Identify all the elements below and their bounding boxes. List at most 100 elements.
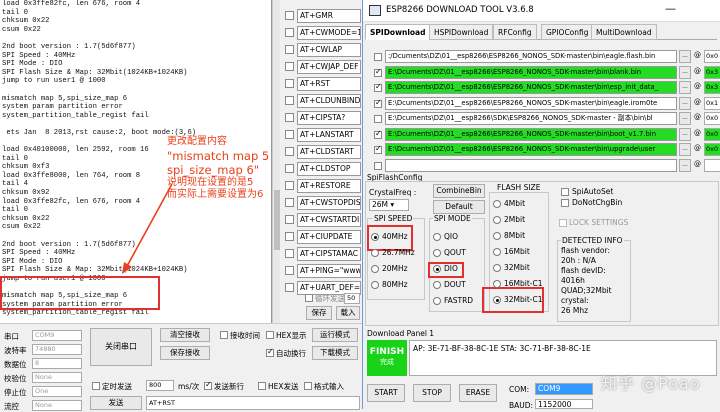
parity-select[interactable]: None (32, 372, 82, 383)
command-checkbox[interactable] (285, 164, 294, 173)
spi-mode-radio[interactable] (433, 233, 441, 241)
flash-size-radio[interactable] (493, 280, 501, 288)
timed-send-checkbox[interactable] (92, 382, 100, 390)
command-input[interactable]: AT+RESTORE (297, 179, 361, 193)
baud-select[interactable]: 74880 (32, 344, 82, 355)
command-input[interactable]: AT+CLDSTART (297, 145, 361, 159)
file-path-input[interactable]: :/Dcuments\DZ\01__esp8266\ESP8266_NONOS_… (385, 50, 677, 63)
command-checkbox[interactable] (285, 266, 294, 275)
command-input[interactable]: AT+CIPSTA? (297, 111, 361, 125)
file-path-input[interactable]: E:\Dcuments\DZ\01__esp8266\ESP8266_NONOS… (385, 96, 677, 110)
command-input[interactable]: AT+GMR (297, 9, 361, 23)
browse-button[interactable]: ... (679, 112, 691, 125)
com-select[interactable]: COM9 (535, 383, 593, 395)
default-button[interactable]: Default (433, 200, 485, 214)
command-input[interactable]: AT+CWLAP (297, 43, 361, 57)
erase-button[interactable]: ERASE (459, 384, 497, 402)
browse-button[interactable]: ... (679, 65, 691, 79)
command-checkbox[interactable] (285, 283, 294, 292)
command-checkbox[interactable] (285, 11, 294, 20)
command-checkbox[interactable] (285, 96, 294, 105)
command-input[interactable]: AT+PING="www (297, 264, 361, 278)
command-checkbox[interactable] (285, 130, 294, 139)
command-checkbox[interactable] (285, 45, 294, 54)
spi-mode-radio[interactable] (433, 265, 441, 273)
send-newline-checkbox[interactable] (204, 380, 212, 390)
file-enable-checkbox[interactable] (374, 67, 382, 77)
tab-hspidownload[interactable]: HSPIDownload (429, 24, 494, 40)
command-checkbox[interactable] (285, 147, 294, 156)
file-address-input[interactable]: 0x0 (704, 127, 720, 141)
file-path-input[interactable]: E:\Dcuments\DZ\01__esp8266\ESP8266_NONOS… (385, 81, 677, 94)
file-address-input[interactable]: 0x0 (704, 143, 720, 156)
browse-button[interactable]: ... (679, 127, 691, 141)
hex-display-checkbox[interactable] (266, 331, 274, 339)
browse-button[interactable]: ... (679, 143, 691, 156)
download-mode-button[interactable]: 下载模式 (312, 346, 358, 360)
file-enable-checkbox[interactable] (374, 115, 382, 123)
start-button[interactable]: START (367, 384, 405, 402)
send-button[interactable]: 发送 (90, 396, 142, 410)
save-receive-button[interactable]: 保存接收 (160, 346, 210, 360)
spi-mode-radio[interactable] (433, 249, 441, 257)
browse-button[interactable]: ... (679, 96, 691, 110)
file-enable-checkbox[interactable] (374, 98, 382, 108)
file-path-input[interactable]: E:\Dcuments\DZ\01__esp8266\ESP8266_NONOS… (385, 143, 677, 156)
command-checkbox[interactable] (285, 181, 294, 190)
command-checkbox[interactable] (285, 198, 294, 207)
close-port-button[interactable]: 关闭串口 (90, 328, 152, 366)
file-enable-checkbox[interactable] (374, 53, 382, 61)
file-address-input[interactable]: 0x0 (704, 112, 720, 125)
save-commands-button[interactable]: 保存 (306, 306, 332, 320)
run-mode-button[interactable]: 运行模式 (312, 328, 358, 342)
command-input[interactable]: AT+CLDSTOP (297, 162, 361, 176)
command-input[interactable]: AT+CIPSTAMAC (297, 247, 361, 261)
command-checkbox[interactable] (285, 28, 294, 37)
file-address-input[interactable]: 0x3 (704, 65, 720, 79)
browse-button[interactable]: ... (679, 50, 691, 63)
command-checkbox[interactable] (285, 79, 294, 88)
tab-spidownload[interactable]: SPIDownload (365, 24, 431, 40)
scrollbar-thumb[interactable] (274, 190, 280, 250)
flow-select[interactable]: None (32, 400, 82, 411)
interval-input[interactable]: 800 (146, 380, 174, 391)
spi-speed-radio[interactable] (371, 249, 379, 257)
flash-size-radio[interactable] (493, 232, 501, 240)
minimize-button[interactable]: — (665, 2, 676, 15)
crystal-select[interactable]: 26M ▾ (369, 199, 409, 211)
terminal-scrollbar[interactable] (272, 0, 280, 323)
file-enable-checkbox[interactable] (374, 161, 382, 170)
loop-count-input[interactable]: 50 (344, 293, 360, 304)
loop-send-checkbox[interactable] (305, 294, 313, 302)
stopbits-select[interactable]: One (32, 386, 82, 397)
baud-select-tool[interactable]: 1152000 (535, 399, 593, 409)
lock-settings-checkbox[interactable] (559, 219, 567, 227)
command-input[interactable]: AT+RST (297, 77, 361, 91)
command-input[interactable]: AT+CWSTARTDI (297, 213, 361, 227)
spi-speed-radio[interactable] (371, 265, 379, 273)
browse-button[interactable]: ... (679, 158, 691, 172)
spi-mode-radio[interactable] (433, 281, 441, 289)
command-input[interactable]: AT+CIUPDATE (297, 230, 361, 244)
flash-size-radio[interactable] (493, 200, 501, 208)
spi-autoset-checkbox[interactable] (561, 188, 569, 196)
format-input-checkbox[interactable] (304, 382, 312, 390)
file-address-input[interactable]: 0x3 (704, 81, 720, 94)
file-path-input[interactable]: E:\Dcuments\DZ\01__esp8266\ESP8266_NONOS… (385, 65, 677, 79)
file-enable-checkbox[interactable] (374, 144, 382, 154)
spi-mode-radio[interactable] (433, 297, 441, 305)
command-checkbox[interactable] (285, 62, 294, 71)
command-input[interactable]: AT+CWSTOPDIS (297, 196, 361, 210)
command-checkbox[interactable] (285, 232, 294, 241)
databits-select[interactable]: 8 (32, 358, 82, 369)
flash-size-radio[interactable] (493, 296, 501, 304)
command-input[interactable]: AT+CLDUNBIND (297, 94, 361, 108)
donotchgbin-checkbox[interactable] (561, 199, 569, 207)
send-text-input[interactable]: AT+RST (146, 396, 360, 410)
flash-size-radio[interactable] (493, 248, 501, 256)
spi-speed-radio[interactable] (371, 281, 379, 289)
load-commands-button[interactable]: 载入 (336, 306, 360, 320)
command-checkbox[interactable] (285, 113, 294, 122)
flash-size-radio[interactable] (493, 216, 501, 224)
file-address-input[interactable]: 0x0 (704, 50, 720, 63)
